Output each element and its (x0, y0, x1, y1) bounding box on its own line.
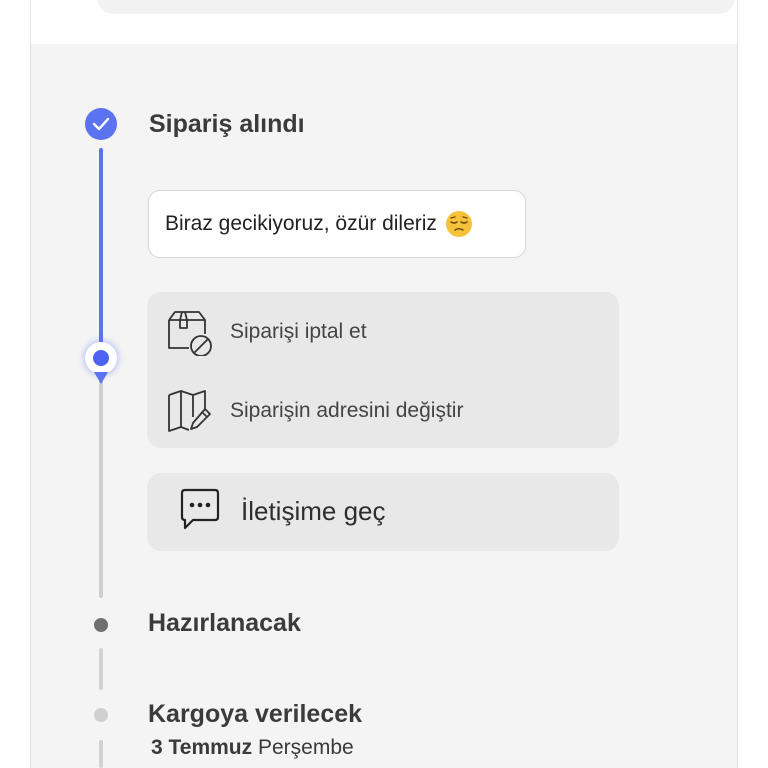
current-step-marker (85, 342, 117, 374)
delay-message: Biraz gecikiyoruz, özür dileriz (148, 190, 526, 258)
current-step-pointer (94, 372, 108, 384)
step-title-preparing: Hazırlanacak (148, 609, 301, 637)
right-border (737, 0, 738, 768)
step-dot-shipping (94, 708, 108, 722)
timeline-line (99, 648, 103, 690)
contact-label: İletişime geç (241, 496, 386, 526)
timeline-line (99, 380, 103, 598)
box-cancel-icon (165, 308, 213, 357)
step-title-shipping: Kargoya verilecek (148, 700, 363, 728)
contact-button[interactable]: İletişime geç (147, 473, 619, 551)
check-icon (85, 108, 117, 140)
timeline-progress-line (99, 148, 103, 352)
cancel-order-button[interactable]: Siparişi iptal et (147, 302, 619, 362)
step-title-order-received: Sipariş alındı (149, 110, 305, 138)
change-address-button[interactable]: Siparişin adresini değiştir (147, 381, 619, 441)
shipping-date: 3 Temmuz Perşembe (151, 736, 354, 760)
pensive-face-icon (445, 210, 473, 238)
delay-message-text: Biraz gecikiyoruz, özür dileriz (165, 212, 437, 235)
change-address-label: Siparişin adresini değiştir (230, 399, 464, 422)
map-edit-icon (165, 387, 213, 435)
step-dot-preparing (94, 618, 108, 632)
top-card-box (97, 0, 735, 14)
shipping-date-weekday: Perşembe (252, 736, 354, 759)
timeline-line (99, 740, 103, 768)
chat-icon (177, 487, 223, 533)
order-actions-card: Siparişi iptal et Siparişin adresini değ… (147, 292, 619, 448)
shipping-date-day: 3 Temmuz (151, 736, 253, 759)
top-card (31, 0, 737, 44)
cancel-order-label: Siparişi iptal et (230, 320, 367, 343)
